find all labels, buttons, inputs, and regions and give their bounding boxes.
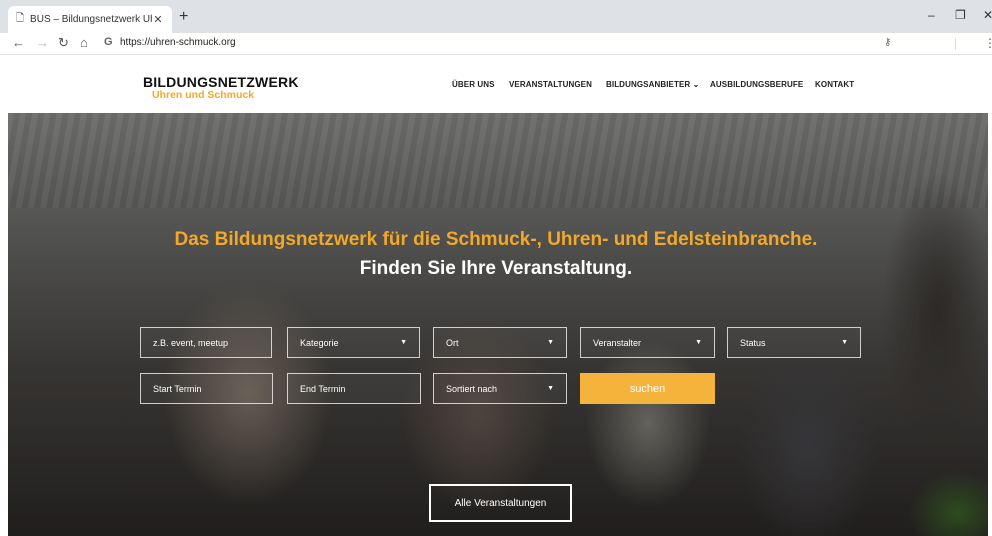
main-nav: ÜBER UNS VERANSTALTUNGEN BILDUNGSANBIETE… <box>0 80 992 92</box>
caret-down-icon: ▼ <box>841 339 848 346</box>
window-close-icon[interactable]: ✕ <box>983 8 992 22</box>
key-icon[interactable]: ⚷ <box>884 37 891 48</box>
forward-icon[interactable]: → <box>36 35 49 50</box>
search-button[interactable]: suchen <box>580 373 715 404</box>
category-select[interactable]: Kategorie ▼ <box>287 327 420 358</box>
browser-tab-bar: 🗋 BUS – Bildungsnetzwerk Uhren u ✕ + – ❐… <box>0 0 992 33</box>
nav-ueber-uns[interactable]: ÜBER UNS <box>452 80 495 89</box>
hero-headline: Das Bildungsnetzwerk für die Schmuck-, U… <box>174 229 818 250</box>
keyword-input[interactable]: z.B. event, meetup <box>140 327 272 358</box>
hero-image <box>8 113 988 536</box>
new-tab-icon[interactable]: + <box>179 8 188 26</box>
tab-title: BUS – Bildungsnetzwerk Uhren u <box>30 14 152 25</box>
location-select[interactable]: Ort ▼ <box>433 327 567 358</box>
home-icon[interactable]: ⌂ <box>80 35 88 50</box>
start-date-input[interactable]: Start Termin <box>140 373 273 404</box>
nav-bildungsanbieter[interactable]: BILDUNGSANBIETER ⌄ <box>606 80 699 89</box>
browser-toolbar: ← → ↻ ⌂ G https://uhren-schmuck.org ⚷ ⋮ <box>0 33 992 55</box>
status-select[interactable]: Status ▼ <box>727 327 861 358</box>
caret-down-icon: ▼ <box>547 385 554 392</box>
sort-select[interactable]: Sortiert nach ▼ <box>433 373 567 404</box>
hero-overlay <box>8 113 988 536</box>
end-date-input[interactable]: End Termin <box>287 373 421 404</box>
toolbar-divider <box>955 38 956 50</box>
address-bar[interactable]: https://uhren-schmuck.org <box>120 37 236 48</box>
caret-down-icon: ▼ <box>547 339 554 346</box>
organizer-select[interactable]: Veranstalter ▼ <box>580 327 715 358</box>
restore-icon[interactable]: ❐ <box>955 8 966 22</box>
menu-icon[interactable]: ⋮ <box>984 36 992 50</box>
back-icon[interactable]: ← <box>12 35 25 50</box>
browser-tab[interactable]: 🗋 BUS – Bildungsnetzwerk Uhren u ✕ <box>8 6 172 33</box>
caret-down-icon: ▼ <box>400 339 407 346</box>
close-tab-icon[interactable]: ✕ <box>152 13 164 26</box>
nav-veranstaltungen[interactable]: VERANSTALTUNGEN <box>509 80 592 89</box>
reload-icon[interactable]: ↻ <box>58 35 69 51</box>
caret-down-icon: ▼ <box>695 339 702 346</box>
minimize-icon[interactable]: – <box>928 8 935 22</box>
google-icon: G <box>104 36 113 48</box>
nav-kontakt[interactable]: KONTAKT <box>815 80 854 89</box>
nav-ausbildungsberufe[interactable]: AUSBILDUNGSBERUFE <box>710 80 803 89</box>
page-icon: 🗋 <box>16 13 25 24</box>
hero-subheadline: Finden Sie Ihre Veranstaltung. <box>359 258 633 279</box>
all-events-button[interactable]: Alle Veranstaltungen <box>429 484 572 522</box>
